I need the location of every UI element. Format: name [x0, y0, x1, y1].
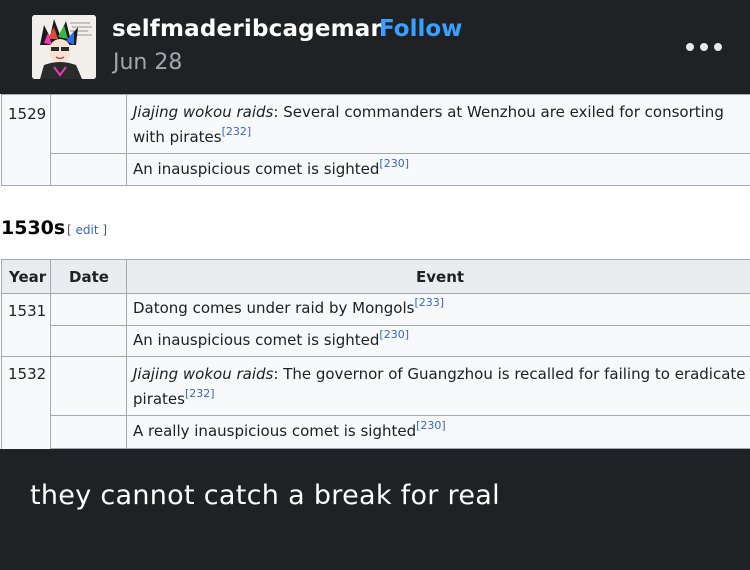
post-image: 1529 Jiajing wokou raids: Several comman… [0, 94, 750, 449]
year-cell: 1532 [1, 356, 51, 449]
citation-link[interactable]: [233] [414, 296, 444, 309]
event-cell: Datong comes under raid by Mongols[233] [126, 293, 750, 326]
event-link-italic[interactable]: Jiajing wokou raids [133, 365, 273, 383]
avatar[interactable] [32, 15, 96, 79]
citation-link[interactable]: [232] [185, 387, 215, 400]
header-event: Event [416, 268, 465, 286]
username[interactable]: selfmaderibcageman [112, 16, 387, 42]
citation-link[interactable]: [232] [222, 125, 252, 138]
event-text: An inauspicious comet is sighted[230] [133, 157, 409, 182]
event-cell: Jiajing wokou raids: Several commanders … [126, 94, 750, 154]
citation-link[interactable]: [230] [416, 419, 446, 432]
date-cell [50, 153, 127, 186]
section-heading: 1530s [1, 217, 66, 239]
post-date: Jun 28 [113, 50, 183, 75]
year-cell: 1529 [1, 94, 51, 186]
event-description: : Several commanders at Wenzhou are exil… [273, 103, 724, 121]
date-cell [50, 293, 127, 326]
event-description: : The governor of Guangzhou is recalled … [273, 365, 746, 383]
event-text: A really inauspicious comet is sighted[2… [133, 419, 446, 444]
year-cell: 1531 [1, 293, 51, 357]
year-value: 1531 [8, 302, 47, 320]
event-description: with pirates [133, 128, 222, 146]
citation-link[interactable]: [230] [379, 157, 409, 170]
event-link-italic[interactable]: Jiajing wokou raids [133, 103, 273, 121]
event-description: An inauspicious comet is sighted [133, 160, 380, 178]
bracket: [ [67, 223, 72, 237]
event-text: An inauspicious comet is sighted[230] [133, 328, 409, 353]
header-date: Date [69, 268, 109, 286]
year-value: 1532 [8, 365, 47, 383]
date-cell [50, 325, 127, 357]
column-header: Event [126, 259, 750, 294]
dot [686, 43, 694, 51]
avatar-image [32, 15, 96, 79]
header-year: Year [9, 268, 47, 286]
follow-button[interactable]: Follow [379, 16, 462, 42]
event-cell: A really inauspicious comet is sighted[2… [126, 415, 750, 449]
dot [714, 43, 722, 51]
event-text: Datong comes under raid by Mongols[233] [133, 296, 444, 321]
date-cell [50, 356, 127, 416]
date-cell [50, 94, 127, 154]
event-text: Jiajing wokou raids: The governor of Gua… [133, 362, 750, 412]
edit-section: [ edit ] [67, 223, 107, 237]
column-header: Year [1, 259, 51, 294]
post-caption: they cannot catch a break for real [30, 480, 500, 511]
event-description: A really inauspicious comet is sighted [133, 422, 417, 440]
post-header: selfmaderibcageman Follow Jun 28 [0, 0, 750, 94]
event-cell: An inauspicious comet is sighted[230] [126, 153, 750, 186]
event-description: An inauspicious comet is sighted [133, 331, 380, 349]
edit-link[interactable]: edit [76, 223, 99, 237]
year-value: 1529 [8, 105, 47, 123]
bracket: ] [102, 223, 108, 237]
date-cell [50, 415, 127, 449]
more-options-icon[interactable] [686, 38, 726, 56]
event-text: Jiajing wokou raids: Several commanders … [133, 100, 750, 150]
event-description: pirates [133, 390, 185, 408]
dot [700, 43, 708, 51]
column-header: Date [50, 259, 127, 294]
event-cell: An inauspicious comet is sighted[230] [126, 325, 750, 357]
citation-link[interactable]: [230] [379, 328, 409, 341]
event-cell: Jiajing wokou raids: The governor of Gua… [126, 356, 750, 416]
event-description: Datong comes under raid by Mongols [133, 299, 415, 317]
